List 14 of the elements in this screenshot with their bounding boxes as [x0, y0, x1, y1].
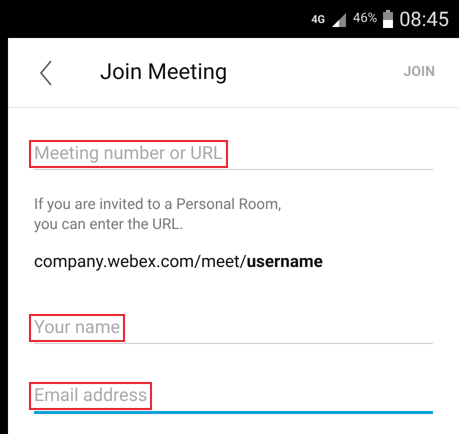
example-url: company.webex.com/meet/username	[34, 251, 324, 274]
hint-text: If you are invited to a Personal Room, you can enter the URL.	[34, 194, 282, 234]
clock: 08:45	[399, 6, 449, 33]
signal-icon	[331, 11, 348, 27]
battery-percent: 46%	[353, 10, 378, 28]
placeholder-text: Email address	[29, 382, 152, 410]
input-field[interactable]: Email address	[34, 382, 433, 414]
input-field[interactable]: Your name	[34, 314, 433, 344]
battery-icon	[383, 10, 394, 28]
screen-title: Join Meeting	[100, 59, 228, 87]
network-type: 4G	[311, 14, 326, 24]
placeholder-text: Your name	[29, 314, 126, 342]
placeholder-text: Meeting number or URL	[29, 140, 228, 168]
input-field[interactable]: Meeting number or URL	[34, 140, 433, 170]
